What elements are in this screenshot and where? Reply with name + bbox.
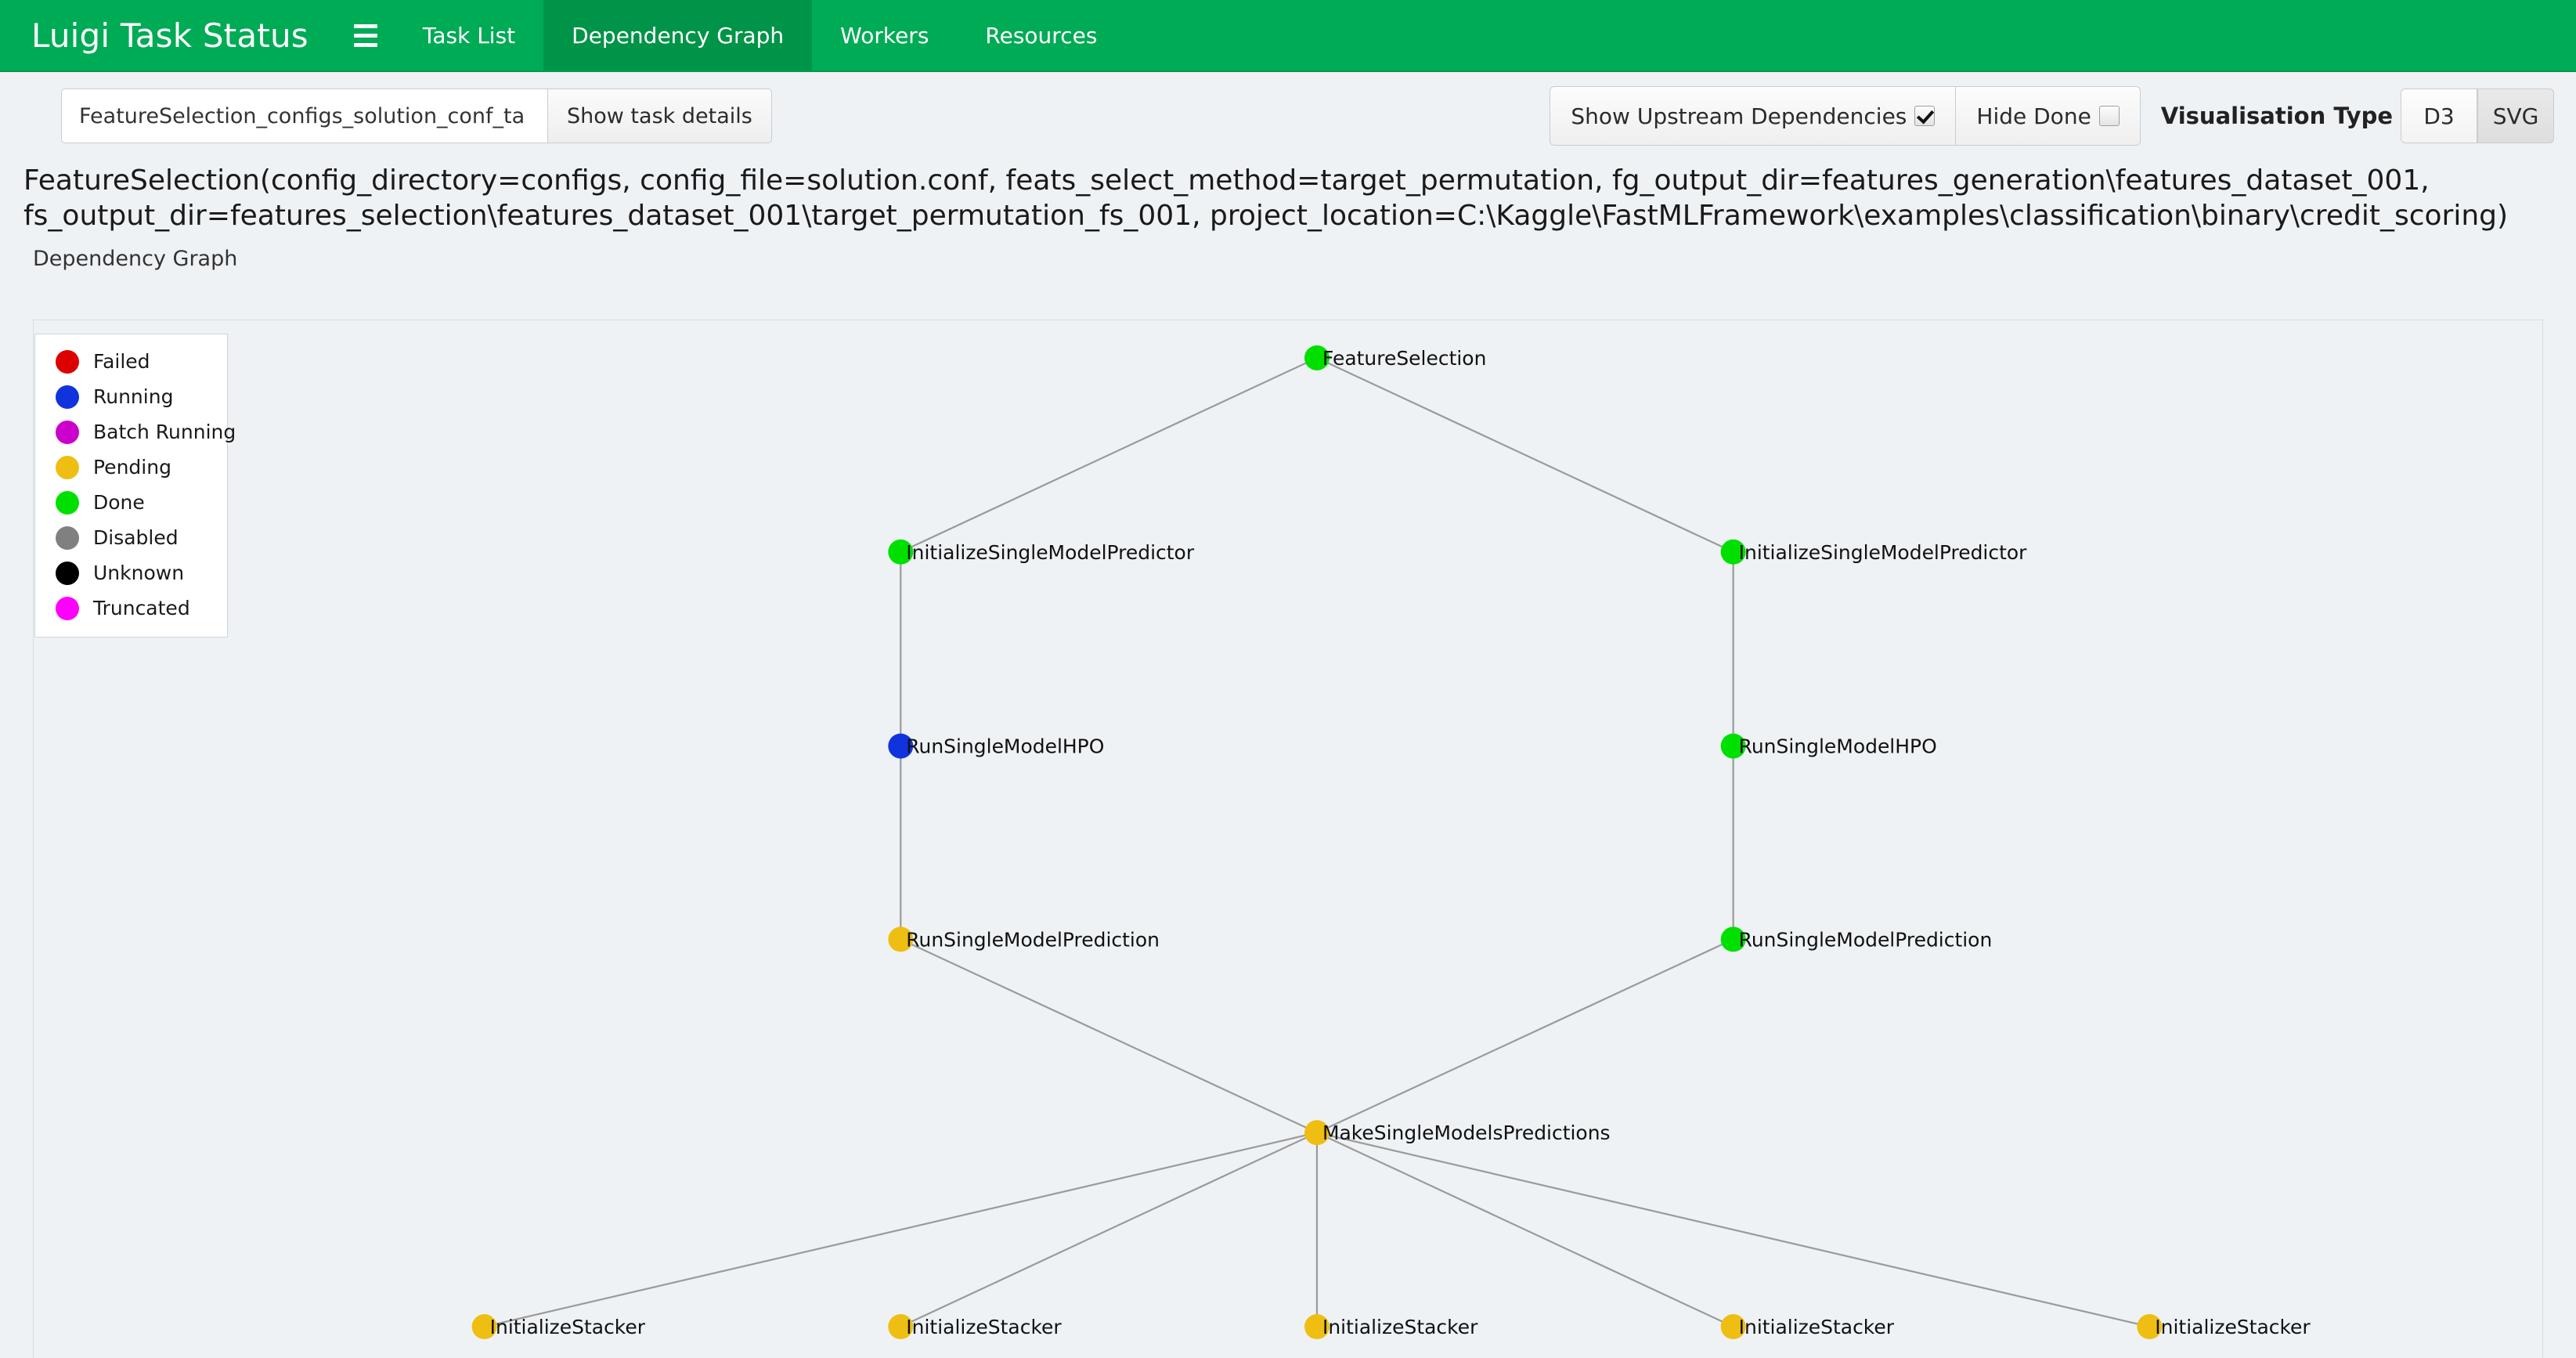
- app-brand[interactable]: Luigi Task Status: [0, 0, 337, 70]
- status-legend: Failed Running Batch Running Pending Don…: [34, 334, 236, 637]
- legend-item-done: Done: [56, 485, 216, 520]
- show-task-details-button[interactable]: Show task details: [548, 88, 772, 143]
- graph-node[interactable]: InitializeSingleModelPredictor: [888, 539, 1195, 565]
- graph-node-label: RunSingleModelPrediction: [906, 928, 1160, 951]
- graph-node[interactable]: InitializeSingleModelPredictor: [1720, 539, 2028, 565]
- graph-node-label: InitializeSingleModelPredictor: [1739, 541, 2028, 564]
- legend-label-batch-running: Batch Running: [93, 421, 236, 443]
- graph-node-label: InitializeStacker: [1739, 1316, 1895, 1338]
- graph-node[interactable]: RunSingleModelPrediction: [1720, 926, 1993, 952]
- graph-node-label: InitializeStacker: [490, 1316, 646, 1338]
- graph-node-label: FeatureSelection: [1322, 347, 1486, 370]
- dependency-filter-group: Show Upstream Dependencies Hide Done: [1550, 86, 2141, 146]
- visualisation-type-label: Visualisation Type: [2160, 103, 2393, 129]
- graph-node[interactable]: RunSingleModelPrediction: [888, 926, 1160, 952]
- legend-label-done: Done: [93, 491, 145, 514]
- legend-item-failed: Failed: [56, 344, 216, 379]
- hide-done-button[interactable]: Hide Done: [1956, 86, 2141, 146]
- legend-item-pending: Pending: [56, 450, 216, 485]
- search-input[interactable]: [61, 88, 548, 143]
- hide-done-label: Hide Done: [1976, 103, 2091, 129]
- legend-color-swatch-failed: [56, 349, 79, 374]
- legend-color-swatch-running: [56, 385, 79, 409]
- graph-node-label: RunSingleModelHPO: [906, 735, 1104, 758]
- graph-edge: [900, 1132, 1318, 1328]
- legend-label-pending: Pending: [93, 456, 171, 479]
- nav-item-resources[interactable]: Resources: [957, 0, 1125, 70]
- graph-node[interactable]: RunSingleModelHPO: [888, 733, 1104, 759]
- dependency-graph-panel[interactable]: FeatureSelection InitializeSingleModelPre…: [33, 320, 2543, 1358]
- graph-node-label: InitializeStacker: [906, 1316, 1062, 1338]
- legend-item-disabled: Disabled: [56, 520, 216, 555]
- graph-node-label: RunSingleModelHPO: [1739, 735, 1937, 758]
- graph-node[interactable]: InitializeStacker: [888, 1314, 1062, 1340]
- hamburger-icon[interactable]: [337, 0, 395, 70]
- section-subtitle: Dependency Graph: [33, 246, 238, 271]
- vis-type-svg-button[interactable]: SVG: [2477, 88, 2554, 143]
- graph-edge: [900, 938, 1318, 1134]
- legend-color-swatch-batch-running: [56, 420, 79, 444]
- legend-item-truncated: Truncated: [56, 591, 216, 626]
- graph-node[interactable]: RunSingleModelHPO: [1720, 733, 1937, 759]
- top-navbar: Luigi Task Status Task List Dependency G…: [0, 0, 2576, 72]
- graph-edge: [484, 1132, 1318, 1328]
- legend-label-running: Running: [93, 385, 174, 408]
- graph-edge: [1316, 356, 1734, 553]
- hamburger-bar: [353, 42, 377, 47]
- hamburger-bar: [353, 23, 377, 28]
- graph-node-label: InitializeStacker: [1322, 1316, 1478, 1338]
- dependency-graph-svg[interactable]: FeatureSelection InitializeSingleModelPre…: [34, 320, 2542, 1358]
- legend-label-unknown: Unknown: [93, 562, 185, 584]
- legend-label-failed: Failed: [93, 350, 150, 373]
- legend-color-swatch-unknown: [56, 561, 79, 585]
- graph-node[interactable]: FeatureSelection: [1304, 345, 1486, 370]
- graph-node-label: InitializeSingleModelPredictor: [906, 541, 1195, 564]
- show-upstream-label: Show Upstream Dependencies: [1571, 103, 1907, 129]
- graph-edge: [1316, 1132, 1734, 1328]
- visualisation-type-group: D3 SVG: [2401, 88, 2554, 143]
- legend-color-swatch-truncated: [56, 596, 79, 620]
- graph-node-label: MakeSingleModelsPredictions: [1322, 1121, 1611, 1144]
- legend-item-unknown: Unknown: [56, 555, 216, 591]
- legend-color-swatch-pending: [56, 455, 79, 479]
- nav-item-dependency-graph[interactable]: Dependency Graph: [543, 0, 813, 70]
- graph-edge: [900, 356, 1318, 553]
- graph-edges-layer: [484, 356, 2150, 1328]
- legend-color-swatch-done: [56, 490, 79, 515]
- graph-node[interactable]: InitializeStacker: [471, 1314, 646, 1340]
- graph-node[interactable]: InitializeStacker: [2137, 1314, 2311, 1340]
- nav-item-workers[interactable]: Workers: [812, 0, 957, 70]
- legend-item-batch-running: Batch Running: [56, 414, 236, 450]
- graph-node-label: RunSingleModelPrediction: [1739, 928, 1993, 951]
- graph-node[interactable]: InitializeStacker: [1720, 1314, 1895, 1340]
- legend-color-swatch-disabled: [56, 526, 79, 550]
- graph-edge: [1316, 938, 1734, 1134]
- legend-label-disabled: Disabled: [93, 526, 179, 549]
- graph-node[interactable]: MakeSingleModelsPredictions: [1304, 1120, 1611, 1146]
- graph-edge: [1316, 1132, 2150, 1328]
- graph-nodes-layer: FeatureSelection InitializeSingleModelPre…: [471, 345, 2311, 1340]
- hamburger-bar: [353, 33, 377, 38]
- legend-label-truncated: Truncated: [93, 597, 190, 619]
- graph-node-label: InitializeStacker: [2155, 1316, 2311, 1338]
- show-upstream-dependencies-button[interactable]: Show Upstream Dependencies: [1550, 86, 1957, 146]
- show-upstream-checkbox[interactable]: [1914, 106, 1936, 126]
- nav-links: Task List Dependency Graph Workers Resou…: [395, 0, 1126, 70]
- graph-node[interactable]: InitializeStacker: [1304, 1314, 1478, 1340]
- page-title: FeatureSelection(config_directory=config…: [23, 164, 2509, 233]
- toolbar-right-group: Show Upstream Dependencies Hide Done Vis…: [1550, 72, 2554, 160]
- graph-toolbar: Show task details Show Upstream Dependen…: [0, 72, 2576, 160]
- hide-done-checkbox[interactable]: [2098, 106, 2120, 126]
- vis-type-d3-button[interactable]: D3: [2401, 88, 2477, 143]
- legend-item-running: Running: [56, 379, 216, 414]
- nav-item-task-list[interactable]: Task List: [395, 0, 543, 70]
